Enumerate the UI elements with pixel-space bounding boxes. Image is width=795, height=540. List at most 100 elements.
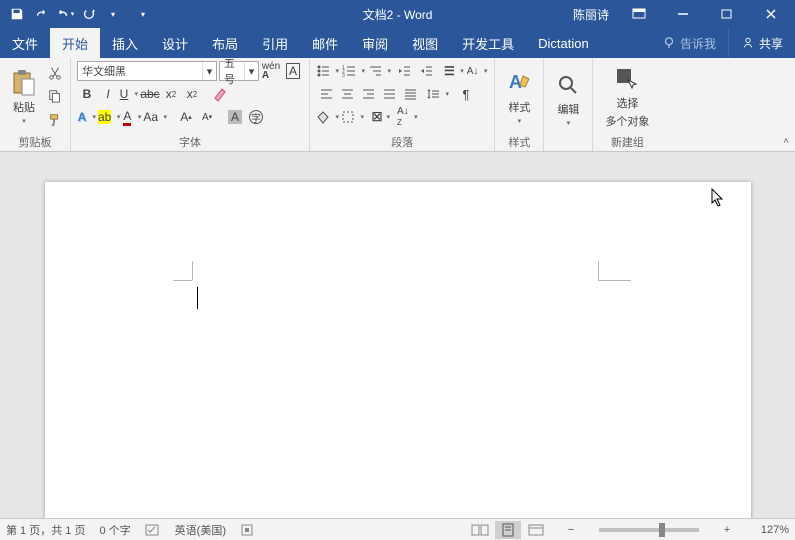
copy-icon[interactable] — [46, 87, 64, 105]
phonetic-guide-icon[interactable]: wénA — [261, 61, 281, 81]
highlight-icon[interactable]: ab — [98, 107, 121, 127]
char-border-icon[interactable]: A — [283, 61, 303, 81]
sort-icon[interactable]: A↓ — [467, 61, 489, 81]
paste-label: 粘贴 — [13, 99, 35, 115]
zoom-out-button[interactable]: − — [563, 524, 579, 536]
font-size-value: 五号 — [220, 55, 244, 87]
char-scale-icon[interactable]: ☒ — [371, 107, 391, 127]
read-mode-icon[interactable] — [467, 521, 493, 539]
justify-icon[interactable] — [379, 84, 399, 104]
increase-indent-icon[interactable] — [416, 61, 436, 81]
paste-icon — [10, 69, 38, 97]
tab-file[interactable]: 文件 — [0, 28, 50, 58]
zoom-thumb[interactable] — [659, 523, 665, 537]
align-left-icon[interactable] — [316, 84, 336, 104]
undo-icon[interactable]: ▾ — [54, 3, 76, 25]
close-icon[interactable] — [751, 3, 791, 25]
line-spacing-icon[interactable] — [426, 84, 450, 104]
tab-developer[interactable]: 开发工具 — [450, 28, 526, 58]
document-page[interactable] — [45, 182, 751, 518]
numbering-icon[interactable]: 123 — [342, 61, 366, 81]
tab-layout[interactable]: 布局 — [200, 28, 250, 58]
strikethrough-button[interactable]: abc — [140, 84, 160, 104]
clear-formatting-icon[interactable] — [210, 84, 230, 104]
font-name-combo[interactable]: 华文细黑▾ — [77, 61, 217, 81]
zoom-level[interactable]: 127% — [749, 524, 789, 536]
superscript-button[interactable]: x2 — [182, 84, 202, 104]
enclose-char-icon[interactable]: 字 — [246, 107, 266, 127]
select-objects-icon — [613, 65, 641, 93]
share-label: 共享 — [759, 35, 783, 52]
styles-button[interactable]: A 样式 ▾ — [499, 61, 539, 132]
font-size-combo[interactable]: 五号▾ — [219, 61, 259, 81]
char-shading-icon[interactable]: A — [225, 107, 245, 127]
decrease-indent-icon[interactable] — [394, 61, 414, 81]
format-painter-icon[interactable] — [46, 111, 64, 129]
distribute-icon[interactable] — [400, 84, 420, 104]
redo-icon[interactable] — [30, 3, 52, 25]
zoom-slider[interactable] — [599, 528, 699, 532]
ribbon-options-icon[interactable] — [619, 3, 659, 25]
tab-mailings[interactable]: 邮件 — [300, 28, 350, 58]
tell-me-search[interactable]: 告诉我 — [650, 28, 728, 58]
svg-text:3: 3 — [342, 73, 345, 78]
text-effects-icon[interactable]: A — [77, 107, 97, 127]
group-font-label: 字体 — [75, 132, 305, 151]
collapse-ribbon-icon[interactable]: ˄ — [783, 136, 789, 147]
tab-insert[interactable]: 插入 — [100, 28, 150, 58]
minimize-icon[interactable] — [663, 3, 703, 25]
touch-mode-icon[interactable]: ▾ — [132, 3, 154, 25]
word-count[interactable]: 0 个字 — [99, 522, 130, 538]
underline-button[interactable]: U — [119, 84, 139, 104]
find-icon — [554, 71, 582, 99]
zoom-in-button[interactable]: + — [719, 524, 735, 536]
paste-button[interactable]: 粘贴 ▾ — [4, 61, 44, 132]
cut-icon[interactable] — [46, 64, 64, 82]
group-styles-label: 样式 — [499, 132, 539, 151]
align-right-icon[interactable] — [358, 84, 378, 104]
tab-dictation[interactable]: Dictation — [526, 28, 601, 58]
multilevel-list-icon[interactable] — [368, 61, 392, 81]
document-area[interactable] — [0, 152, 795, 518]
share-button[interactable]: 共享 — [728, 28, 795, 58]
select-line2: 多个对象 — [605, 113, 649, 129]
subscript-button[interactable]: x2 — [161, 84, 181, 104]
tab-design[interactable]: 设计 — [150, 28, 200, 58]
select-multiple-button[interactable]: 选择 多个对象 — [597, 61, 657, 132]
tell-me-label: 告诉我 — [680, 35, 716, 52]
document-name: 文档2 — [363, 8, 394, 22]
save-icon[interactable] — [6, 3, 28, 25]
tab-home[interactable]: 开始 — [50, 28, 100, 58]
repeat-icon[interactable] — [78, 3, 100, 25]
status-bar: 第 1 页，共 1 页 0 个字 英语(美国) − + 127% — [0, 518, 795, 540]
editing-button[interactable]: 编辑 ▾ — [548, 61, 588, 136]
italic-button[interactable]: I — [98, 84, 118, 104]
qat-customize-icon[interactable]: ▾ — [102, 3, 124, 25]
tab-review[interactable]: 审阅 — [350, 28, 400, 58]
bullets-icon[interactable] — [316, 61, 340, 81]
change-case-icon[interactable]: Aa — [143, 107, 168, 127]
macro-icon[interactable] — [240, 523, 254, 537]
user-name[interactable]: 陈丽诗 — [567, 6, 615, 23]
page-indicator[interactable]: 第 1 页，共 1 页 — [6, 522, 85, 538]
group-styles: A 样式 ▾ 样式 — [495, 58, 544, 151]
editing-label: 编辑 — [557, 101, 579, 117]
grow-font-icon[interactable]: A▴ — [176, 107, 196, 127]
sort2-icon[interactable]: A↓Z — [397, 107, 419, 127]
shrink-font-icon[interactable]: A▾ — [197, 107, 217, 127]
group-clipboard-label: 剪贴板 — [4, 132, 66, 151]
maximize-icon[interactable] — [707, 3, 747, 25]
asian-layout-icon[interactable]: ☰ — [444, 61, 465, 81]
web-layout-icon[interactable] — [523, 521, 549, 539]
shading-icon[interactable] — [316, 107, 340, 127]
language-indicator[interactable]: 英语(美国) — [175, 522, 226, 538]
font-color-icon[interactable]: A — [122, 107, 142, 127]
tab-references[interactable]: 引用 — [250, 28, 300, 58]
tab-view[interactable]: 视图 — [400, 28, 450, 58]
show-marks-icon[interactable]: ¶ — [456, 84, 476, 104]
print-layout-icon[interactable] — [495, 521, 521, 539]
align-center-icon[interactable] — [337, 84, 357, 104]
borders-icon[interactable] — [341, 107, 365, 127]
spellcheck-icon[interactable] — [145, 523, 161, 537]
bold-button[interactable]: B — [77, 84, 97, 104]
